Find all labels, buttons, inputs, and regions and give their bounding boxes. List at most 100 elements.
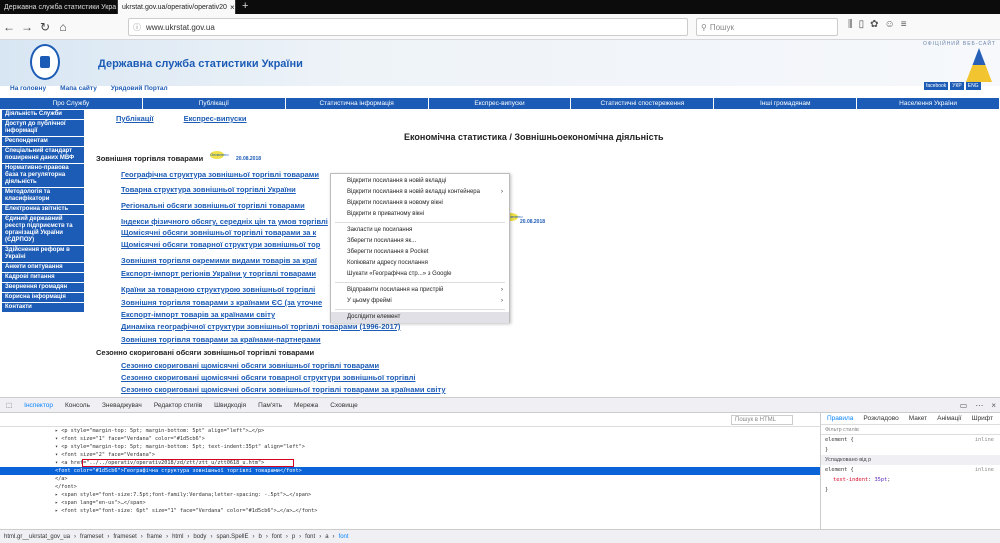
tab-0[interactable]: Державна служба статистики Укра×	[0, 0, 118, 14]
sidebar-item[interactable]: Звернення громадян	[2, 283, 84, 292]
tab-publications[interactable]: Публікації	[116, 114, 154, 123]
close-icon[interactable]: ×	[991, 401, 996, 410]
stat-link[interactable]: Динаміка географічної структури зовнішнь…	[121, 322, 400, 331]
sidebar-item[interactable]: Спеціальний стандарт поширення даних МВФ	[2, 147, 84, 163]
context-menu-item[interactable]: Дослідити елемент	[331, 312, 509, 323]
back-icon[interactable]: ←	[0, 20, 18, 34]
stat-link[interactable]: Щомісячні обсяги товарної структури зовн…	[121, 240, 320, 249]
breadcrumb-item[interactable]: font	[272, 534, 282, 540]
stat-link[interactable]: Індекси фізичного обсягу, середніх цін т…	[121, 217, 328, 226]
breadcrumb-item[interactable]: frame	[147, 534, 162, 540]
lang-ukr[interactable]: УКР	[950, 82, 964, 90]
stat-link[interactable]: Зовнішня торгівля товарами за країнами-п…	[121, 335, 321, 344]
sitemap-link[interactable]: Мапа сайту	[60, 85, 97, 92]
context-menu-item[interactable]: Шукати «Географічна стр...» з Google	[331, 269, 509, 280]
stat-link[interactable]: Зовнішня торгівля окремими видами товарі…	[121, 256, 317, 265]
breadcrumb-item[interactable]: a	[325, 534, 328, 540]
tab-fonts[interactable]: Шрифт	[972, 415, 993, 422]
markup-line[interactable]: ▸ <span style="font-size:7.5pt;font-fami…	[0, 491, 820, 499]
sidebar-item[interactable]: Єдиний державний реєстр підприємств та о…	[2, 215, 84, 245]
sidebar-item[interactable]: Електронна звітність	[2, 205, 84, 214]
sidebar-item[interactable]: Методологія та класифікатори	[2, 188, 84, 204]
devtools-tab-inspector[interactable]: Інспектор	[18, 402, 59, 409]
stat-link[interactable]: Країни за товарною структурою зовнішньої…	[121, 285, 315, 294]
breadcrumb-item[interactable]: html	[172, 534, 183, 540]
devtools-tab-storage[interactable]: Сховище	[324, 402, 363, 409]
stat-link[interactable]: Сезонно скориговані щомісячні обсяги тов…	[121, 373, 415, 382]
tab-1[interactable]: ukrstat.gov.ua/operativ/operativ20 ×	[118, 0, 236, 14]
reload-icon[interactable]: ↻	[36, 20, 54, 34]
tab-rules[interactable]: Правила	[827, 415, 853, 422]
context-menu-item[interactable]: У цьому фреймі ›	[331, 296, 509, 307]
breadcrumb-item[interactable]: b	[258, 534, 261, 540]
context-menu-item[interactable]: Відкрити посилання в новій вкладці конте…	[331, 187, 509, 198]
devtools-tab-debugger[interactable]: Зневаджувач	[96, 402, 148, 409]
markup-line[interactable]: ▾ <font size="1" face="Verdana" color="#…	[0, 435, 820, 443]
menu-item[interactable]: Інші громадянам	[714, 98, 858, 109]
stat-link[interactable]: Сезонно скориговані щомісячні обсяги зов…	[121, 361, 379, 370]
stat-link[interactable]: Товарна структура зовнішньої торгівлі Ук…	[121, 185, 296, 194]
new-tab-icon[interactable]: +	[236, 0, 254, 14]
options-icon[interactable]: ⋯	[975, 401, 983, 410]
search-input[interactable]: ⚲ Пошук	[696, 18, 838, 36]
context-menu-item[interactable]: Закласти це посилання	[331, 225, 509, 236]
menu-item[interactable]: Публікації	[143, 98, 286, 109]
sidebar-item[interactable]: Нормативно-правова база та регуляторна д…	[2, 164, 84, 187]
sidebar-item[interactable]: Контакти	[2, 303, 84, 312]
rule-block[interactable]: element {inline	[821, 435, 1000, 445]
breadcrumb-item[interactable]: span.SpellE	[216, 534, 248, 540]
devtools-tab-console[interactable]: Консоль	[59, 402, 96, 409]
stat-link[interactable]: Експорт-імпорт товарів за країнами світу	[121, 310, 275, 319]
sidebar-item[interactable]: Кадрові питання	[2, 273, 84, 282]
stat-link[interactable]: Експорт-імпорт регіонів України у торгів…	[121, 269, 316, 278]
breadcrumb-item[interactable]: frameset	[80, 534, 103, 540]
markup-line[interactable]: ▸ <p style="margin-top: 5pt; margin-bott…	[0, 427, 820, 435]
library-icon[interactable]: ⫼	[848, 19, 853, 30]
close-icon[interactable]: ×	[227, 3, 235, 12]
markup-line[interactable]: ▸ <span lang="en-us">…</span>	[0, 499, 820, 507]
home-icon[interactable]: ⌂	[54, 20, 72, 34]
forward-icon[interactable]: →	[18, 20, 36, 34]
lang-eng[interactable]: ENG	[965, 82, 981, 90]
rule-block[interactable]: element {inline	[821, 465, 1000, 475]
sidebar-item[interactable]: Доступ до публічної інформації	[2, 120, 84, 136]
gov-portal-link[interactable]: Урядовий Портал	[111, 85, 168, 92]
context-menu-item[interactable]: Відкрити в приватному вікні	[331, 209, 509, 220]
menu-item[interactable]: Статистичні спостереження	[571, 98, 715, 109]
info-icon[interactable]: ⓘ	[133, 22, 141, 33]
context-menu-item[interactable]: Відкрити посилання в новому вікні	[331, 198, 509, 209]
breadcrumb-item[interactable]: body	[193, 534, 206, 540]
markup-line[interactable]: </a>	[0, 475, 820, 483]
markup-line-link[interactable]: ▾ <a href="../../operativ/operativ2018/z…	[0, 459, 820, 467]
home-link[interactable]: На головну	[10, 85, 46, 92]
tab-layout[interactable]: Макет	[909, 415, 927, 422]
sync-icon[interactable]: ☺	[885, 19, 895, 30]
tab-express[interactable]: Експрес-випуски	[184, 114, 247, 123]
breadcrumb-item[interactable]: p	[292, 534, 295, 540]
markup-line-selected[interactable]: <font color="#1d5cb6">Географічна структ…	[0, 467, 820, 475]
devtools-tab-style-editor[interactable]: Редактор стилів	[148, 402, 208, 409]
stat-link[interactable]: Щомісячні обсяги зовнішньої торгівлі тов…	[121, 228, 316, 237]
pick-element-icon[interactable]: ⬚	[0, 401, 18, 409]
markup-line[interactable]: ▾ <font size="2" face="Verdana">	[0, 451, 820, 459]
context-menu-item[interactable]: Зберегти посилання в Pocket	[331, 247, 509, 258]
html-search-input[interactable]: Пошук в HTML	[731, 415, 793, 425]
extension-icon[interactable]: ✿	[870, 19, 878, 30]
sidebar-item[interactable]: Корисна інформація	[2, 293, 84, 302]
sidebar-item[interactable]: Респондентам	[2, 137, 84, 146]
devtools-tab-performance[interactable]: Швидкодія	[208, 402, 252, 409]
context-menu-item[interactable]: Відкрити посилання в новій вкладці	[331, 176, 509, 187]
breadcrumb-item[interactable]: frameset	[113, 534, 136, 540]
stat-link[interactable]: Сезонно скориговані щомісячні обсяги зов…	[121, 385, 446, 394]
breadcrumb-item[interactable]: font	[305, 534, 315, 540]
emblem-logo[interactable]	[30, 44, 60, 80]
markup-line[interactable]: ▸ <font style="font-size: 6pt" size="1" …	[0, 507, 820, 515]
sidebar-icon[interactable]: ▯	[859, 19, 865, 30]
tab-computed[interactable]: Розкладово	[863, 415, 898, 422]
sidebar-item[interactable]: Анкети опитування	[2, 263, 84, 272]
menu-item[interactable]: Населення України	[857, 98, 1000, 109]
breadcrumb-item[interactable]: font	[339, 534, 349, 540]
url-bar[interactable]: ⓘ www.ukrstat.gov.ua	[128, 18, 688, 36]
responsive-icon[interactable]: ▭	[960, 401, 968, 410]
stat-link[interactable]: Зовнішня торгівля товарами з країнами ЄС…	[121, 298, 322, 307]
